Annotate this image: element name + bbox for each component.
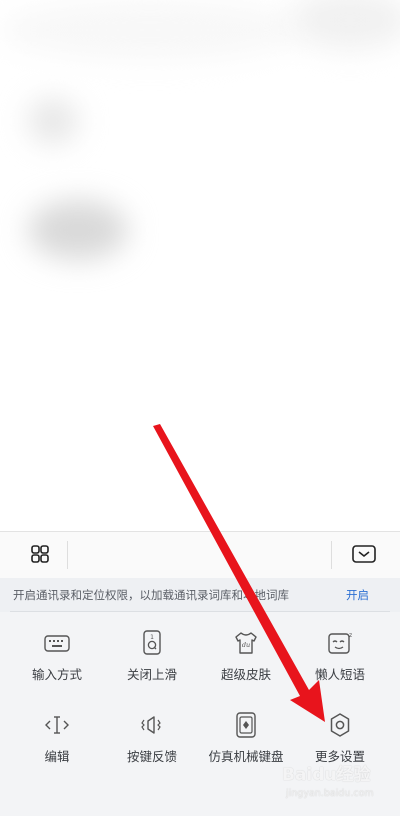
item-label: 超级皮肤 bbox=[220, 667, 271, 682]
item-label: 编辑 bbox=[44, 749, 70, 764]
svg-text:z: z bbox=[349, 632, 352, 639]
toolbar-divider bbox=[331, 541, 332, 569]
edit-button[interactable]: 编辑 bbox=[7, 694, 107, 774]
enable-button[interactable]: 开启 bbox=[346, 587, 369, 603]
quick-phrase-icon: z bbox=[327, 630, 353, 656]
svg-text:1: 1 bbox=[150, 634, 154, 641]
item-label: 按键反馈 bbox=[126, 749, 177, 764]
input-method-button[interactable]: 输入方式 bbox=[7, 612, 107, 692]
watermark-url: jingyan.baidu.com bbox=[286, 788, 374, 799]
quick-phrase-button[interactable]: z 懒人短语 bbox=[290, 612, 390, 692]
super-skin-button[interactable]: du 超级皮肤 bbox=[196, 612, 296, 692]
mechanical-keyboard-icon bbox=[233, 712, 259, 738]
key-feedback-button[interactable]: 按键反馈 bbox=[102, 694, 202, 774]
toolbar-divider bbox=[67, 541, 68, 569]
item-label: 仿真机械键盘 bbox=[208, 749, 284, 764]
swipe-up-icon: 1 bbox=[139, 630, 165, 656]
svg-text:du: du bbox=[242, 641, 250, 649]
keyboard-toolbar bbox=[0, 532, 400, 578]
watermark-logo-text: Baidu经验 bbox=[282, 765, 371, 785]
grid-apps-icon[interactable] bbox=[22, 544, 58, 566]
text-cursor-icon bbox=[44, 712, 70, 738]
blurred-background bbox=[0, 0, 400, 530]
gear-icon bbox=[327, 712, 353, 738]
collapse-keyboard-icon[interactable] bbox=[348, 544, 380, 566]
skin-tshirt-icon: du bbox=[233, 630, 259, 656]
item-label: 关闭上滑 bbox=[126, 667, 177, 682]
permission-notice: 开启通讯录和定位权限，以加载通讯录词库和本地词库 开启 bbox=[0, 578, 400, 612]
baidu-watermark: Baidu经验 jingyan.baidu.com bbox=[282, 760, 392, 808]
key-feedback-icon bbox=[139, 712, 165, 738]
item-label: 输入方式 bbox=[31, 667, 82, 682]
notice-text: 开启通讯录和定位权限，以加载通讯录词库和本地词库 bbox=[13, 588, 289, 602]
keyboard-icon bbox=[44, 630, 70, 656]
mechanical-keyboard-button[interactable]: 仿真机械键盘 bbox=[196, 694, 296, 774]
item-label: 懒人短语 bbox=[314, 667, 365, 682]
disable-swipe-up-button[interactable]: 1 关闭上滑 bbox=[102, 612, 202, 692]
